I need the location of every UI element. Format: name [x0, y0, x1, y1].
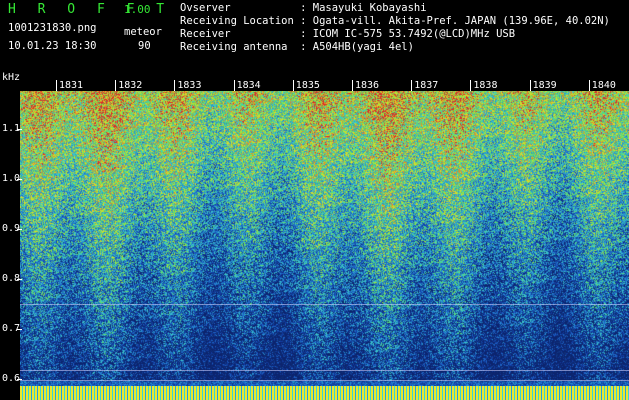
info-value: : ICOM IC-575 53.7492(@LCD)MHz USB: [300, 28, 516, 40]
spectrogram: [20, 80, 629, 400]
spectrogram-bottom-band: [20, 386, 629, 400]
time-tick-label: 1831: [57, 80, 86, 91]
time-tick-label: 1837: [412, 80, 441, 91]
event-type: meteor: [124, 26, 162, 38]
date-time: 10.01.23 18:30: [8, 40, 97, 52]
info-value: : Masayuki Kobayashi: [300, 2, 427, 14]
info-value: : A504HB(yagi 4el): [300, 41, 414, 53]
time-tick-label: 1834: [234, 80, 263, 91]
info-label: Ovserver: [180, 2, 294, 14]
info-row-observer: Ovserver : Masayuki Kobayashi: [180, 2, 610, 15]
time-tick-label: 1835: [293, 80, 322, 91]
frequency-tick: [17, 279, 22, 280]
frequency-tick: [17, 179, 22, 180]
frequency-tick: [17, 379, 22, 380]
info-row-antenna: Receiving antenna : A504HB(yagi 4el): [180, 41, 610, 54]
station-info: Ovserver : Masayuki Kobayashi Receiving …: [180, 2, 610, 54]
frequency-tick: [17, 129, 22, 130]
time-tick-label: 1833: [175, 80, 204, 91]
time-tick-label: 1832: [116, 80, 145, 91]
info-label: Receiver: [180, 28, 294, 40]
time-tick-label: 1838: [471, 80, 500, 91]
event-count: 90: [138, 40, 151, 52]
file-name: 1001231830.png: [8, 22, 97, 34]
time-axis: 1831 1832 1833 1834 1835 1836 1837 1838 1839 1840: [20, 80, 629, 91]
interference-line: [20, 380, 629, 381]
app-version: 1.00: [124, 3, 151, 16]
interference-line: [20, 370, 629, 371]
frequency-unit-label: kHz: [2, 72, 21, 83]
info-row-location: Receiving Location : Ogata-vill. Akita-P…: [180, 15, 610, 28]
interference-line: [20, 304, 629, 305]
frequency-tick: [17, 329, 22, 330]
info-label: Receiving antenna: [180, 41, 294, 53]
time-tick-label: 1840: [589, 80, 618, 91]
header-panel: H R O F F T 1.00 1001231830.png 10.01.23…: [0, 0, 629, 83]
frequency-tick: [17, 229, 22, 230]
info-label: Receiving Location: [180, 15, 294, 27]
info-value: : Ogata-vill. Akita-Pref. JAPAN (139.96E…: [300, 15, 610, 27]
time-tick-label: 1836: [353, 80, 382, 91]
time-tick-label: 1839: [530, 80, 559, 91]
spectrogram-noise: [20, 80, 629, 400]
info-row-receiver: Receiver : ICOM IC-575 53.7492(@LCD)MHz …: [180, 28, 610, 41]
